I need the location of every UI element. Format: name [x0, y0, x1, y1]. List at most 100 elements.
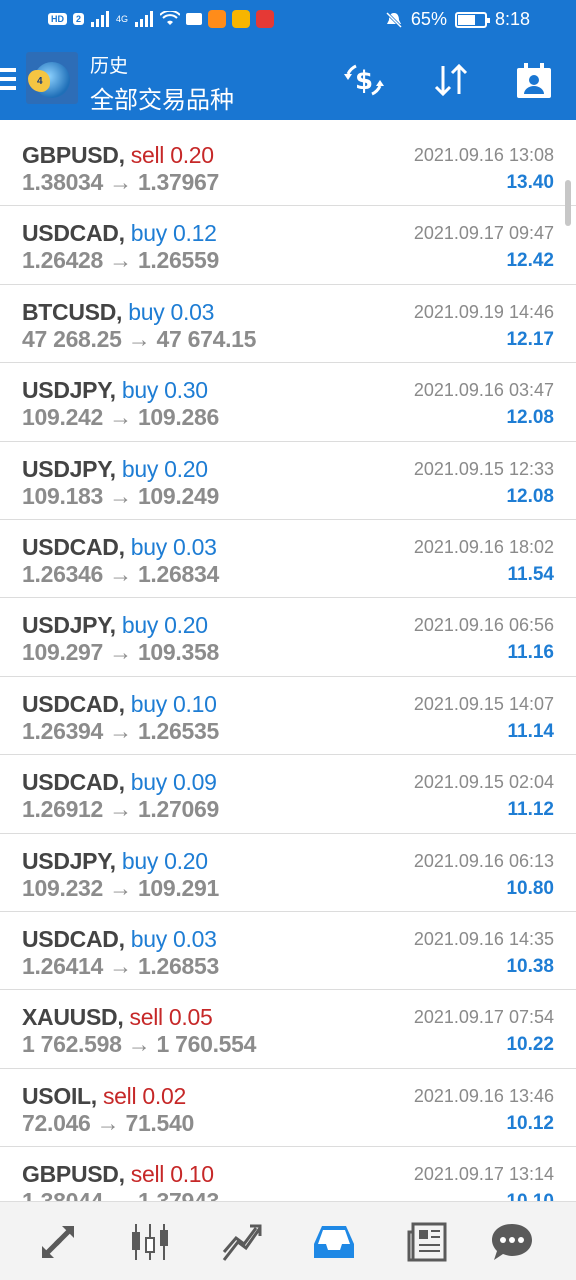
trade-row[interactable]: GBPUSD, sell 0.101.38044 → 1.379432021.0…	[0, 1147, 576, 1201]
trade-row[interactable]: USDCAD, buy 0.03 1.26414 → 1.26853 2021.09…	[0, 912, 576, 991]
trade-symbol-line: USDCAD, buy 0.12	[22, 220, 217, 247]
trade-row[interactable]: USDJPY, buy 0.20 109.183 → 109.249 2021.09…	[0, 442, 576, 520]
trade-row[interactable]: USDJPY, buy 0.30 109.242 → 109.286 2021.09…	[0, 363, 576, 442]
close-price: 71.540	[125, 1109, 195, 1136]
trade-time: 2021.09.16 13:08	[413, 145, 554, 165]
open-price: 109.297	[22, 639, 104, 666]
video-app-icon	[186, 13, 203, 25]
trade-side-volume: buy 0.09	[130, 769, 217, 796]
trade-side-volume: buy 0.03	[130, 925, 217, 952]
trade-side-volume: sell 0.05	[129, 1004, 213, 1031]
trade-icon	[222, 1224, 262, 1261]
trade-row[interactable]: USOIL, sell 0.02 72.046 → 71.540 2021.09.1…	[0, 1069, 576, 1148]
page-title: 历史	[90, 56, 129, 77]
history-list[interactable]: GBPUSD, sell 0.20 1.38034 → 1.37967 2021.0…	[0, 128, 576, 1201]
trade-time: 2021.09.16 06:56	[413, 615, 554, 636]
close-price: 109.249	[137, 482, 219, 509]
trade-prices: 109.232 → 109.291	[22, 875, 219, 902]
sim-badge: 2	[73, 13, 85, 25]
app-logo[interactable]: 4	[26, 52, 78, 104]
trade-side-volume: sell 0.10	[130, 1161, 214, 1188]
trade-symbol: USDJPY,	[22, 455, 116, 482]
arrow-right-icon: →	[109, 404, 132, 431]
battery-percent: 65%	[410, 9, 447, 29]
trade-side-volume: sell 0.02	[102, 1082, 186, 1109]
trade-time: 2021.09.15 14:07	[413, 693, 554, 714]
trade-prices: 72.046 → 71.540	[22, 1110, 194, 1137]
trade-time: 2021.09.16 18:02	[413, 536, 554, 557]
trade-row[interactable]: USDCAD, buy 0.12 1.26428 → 1.26559 2021.09…	[0, 206, 576, 285]
arrow-right-icon: →	[96, 1109, 120, 1136]
trade-row[interactable]: USDJPY, buy 0.20 109.297 → 109.358 2021.09…	[0, 598, 576, 677]
symbol-filter-subtitle[interactable]: 全部交易品种	[90, 80, 234, 115]
trade-symbol-line: USDJPY, buy 0.20	[22, 848, 208, 875]
open-price: 109.183	[22, 482, 104, 509]
trade-side-volume: sell 0.20	[130, 142, 214, 168]
arrow-right-icon: →	[109, 560, 132, 587]
nav-quotes[interactable]	[34, 1218, 82, 1266]
trade-row[interactable]: BTCUSD, buy 0.03 47 268.25 → 47 674.15 202…	[0, 285, 576, 364]
close-price: 1 760.554	[156, 1031, 257, 1058]
trade-row[interactable]: USDCAD, buy 0.03 1.26346 → 1.26834 2021.09…	[0, 520, 576, 599]
calendar-icon	[517, 63, 551, 98]
trade-prices: 109.242 → 109.286	[22, 404, 219, 431]
nav-chat[interactable]	[488, 1218, 536, 1266]
nav-chart[interactable]	[126, 1218, 174, 1266]
close-price: 109.291	[137, 874, 219, 901]
sort-button[interactable]	[427, 56, 475, 104]
nav-news[interactable]	[403, 1218, 451, 1266]
trade-side-volume: buy 0.03	[130, 533, 217, 560]
orange-app-icon	[208, 10, 227, 28]
trade-prices: 1.38044 → 1.37943	[22, 1188, 219, 1201]
trade-row[interactable]: USDCAD, buy 0.10 1.26394 → 1.26535 2021.09…	[0, 677, 576, 756]
scrollbar[interactable]	[565, 180, 571, 226]
open-price: 72.046	[22, 1109, 91, 1136]
open-price: 1.26912	[22, 796, 104, 823]
trade-symbol-line: GBPUSD, sell 0.10	[22, 1161, 214, 1188]
trade-symbol: USOIL,	[22, 1082, 97, 1109]
trade-side-volume: buy 0.20	[121, 455, 208, 482]
trade-prices: 47 268.25 → 47 674.15	[22, 326, 256, 353]
menu-icon[interactable]	[0, 68, 18, 94]
trade-symbol: GBPUSD,	[22, 1161, 125, 1188]
arrow-right-icon: →	[109, 482, 132, 509]
close-price: 109.286	[137, 404, 219, 431]
status-left-icons: HD 2 4G	[48, 10, 275, 28]
logo-version-mark: 4	[37, 76, 43, 87]
chart-icon	[132, 1224, 168, 1260]
nav-history[interactable]	[310, 1218, 358, 1266]
trade-symbol-line: USDJPY, buy 0.20	[22, 456, 208, 483]
trade-symbol: XAUUSD,	[22, 1004, 124, 1031]
trade-symbol-line: USDCAD, buy 0.03	[22, 534, 217, 561]
trade-symbol: BTCUSD,	[22, 298, 123, 325]
trade-symbol-line: USOIL, sell 0.02	[22, 1083, 186, 1110]
trade-prices: 1.26346 → 1.26834	[22, 561, 219, 588]
close-price: 47 674.15	[156, 325, 257, 352]
trade-symbol: USDCAD,	[22, 533, 125, 560]
trade-symbol: USDCAD,	[22, 690, 125, 717]
open-price: 1 762.598	[22, 1031, 122, 1058]
currency-swap-button[interactable]: $	[340, 56, 388, 104]
trade-row[interactable]: XAUUSD, sell 0.05 1 762.598 → 1 760.554 20…	[0, 990, 576, 1069]
trade-side-volume: buy 0.30	[121, 377, 208, 404]
mail-app-icon	[232, 10, 251, 28]
calendar-period-button[interactable]	[510, 56, 558, 104]
trade-profit: 13.40	[506, 172, 554, 193]
trade-row[interactable]: GBPUSD, sell 0.20 1.38034 → 1.37967 2021.0…	[0, 128, 576, 207]
trade-row[interactable]: USDCAD, buy 0.09 1.26912 → 1.27069 2021.09…	[0, 755, 576, 834]
nav-trade[interactable]	[218, 1218, 266, 1266]
trade-row[interactable]: USDJPY, buy 0.20 109.232 → 109.291 2021.09…	[0, 834, 576, 912]
battery-fill	[457, 14, 475, 25]
clock: 8:18	[494, 9, 530, 29]
red-app-icon	[256, 10, 275, 28]
trade-symbol-line: USDCAD, buy 0.09	[22, 769, 217, 796]
arrow-right-icon: →	[109, 717, 132, 744]
trade-symbol-line: BTCUSD, buy 0.03	[22, 299, 214, 326]
close-price: 1.27069	[137, 796, 219, 823]
trade-profit: 12.08	[506, 407, 554, 429]
battery-icon	[454, 11, 490, 28]
trade-time: 2021.09.19 14:46	[413, 301, 554, 322]
trade-time: 2021.09.15 12:33	[413, 458, 554, 479]
network-type-label: 4G	[116, 14, 129, 24]
trade-prices: 1.26414 → 1.26853	[22, 953, 219, 980]
